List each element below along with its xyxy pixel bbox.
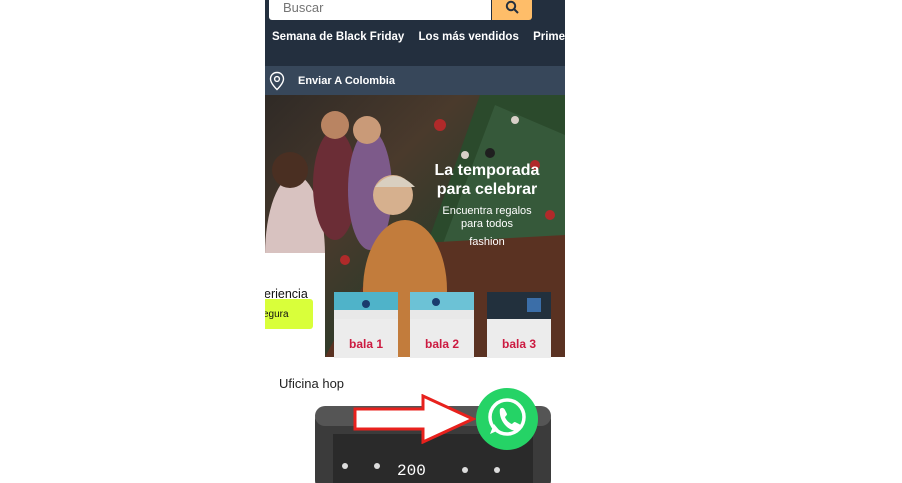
hero-text-block: La temporada para celebrar Encuentra reg… xyxy=(425,161,549,248)
whatsapp-icon[interactable] xyxy=(475,387,539,451)
nav-bar: Semana de Black Friday Los más vendidos … xyxy=(272,31,565,43)
card-thumbnail xyxy=(410,292,474,319)
hero-subtitle-line2: para todos xyxy=(461,218,513,230)
card-thumbnail xyxy=(334,292,398,319)
search-icon xyxy=(505,0,519,14)
red-arrow xyxy=(353,394,477,444)
deliver-label: Enviar A Colombia xyxy=(298,74,395,87)
hero-subtitle: Encuentra regalos para todos xyxy=(425,205,549,231)
product-card[interactable]: bala 2 xyxy=(410,292,474,358)
hero-title: La temporada para celebrar xyxy=(425,161,549,199)
product-card[interactable]: bala 1 xyxy=(334,292,398,358)
location-pin-icon xyxy=(269,71,285,90)
search-input[interactable] xyxy=(269,0,483,19)
search-button[interactable] xyxy=(492,0,532,20)
product-card[interactable]: bala 3 xyxy=(487,292,551,358)
hero-title-line2: para celebrar xyxy=(436,181,538,198)
deliver-to-bar[interactable]: Enviar A Colombia xyxy=(265,66,565,95)
hero-title-line1: La temporada xyxy=(434,162,540,179)
search-box[interactable] xyxy=(269,0,491,20)
hero-subtitle-line1: Encuentra regalos xyxy=(442,205,532,217)
card-label: bala 3 xyxy=(501,337,537,351)
nav-best-sellers[interactable]: Los más vendidos xyxy=(419,31,519,43)
card-label: bala 1 xyxy=(348,337,384,351)
card-thumbnail xyxy=(487,292,551,319)
nav-prime[interactable]: Prime xyxy=(533,31,565,43)
fashion-logo: fashion xyxy=(469,236,505,248)
nav-black-friday[interactable]: Semana de Black Friday xyxy=(272,31,404,43)
fryer-display: 200 xyxy=(397,462,426,480)
cookie-accept-button[interactable]: egura xyxy=(265,299,313,329)
section-title: Uficina hop xyxy=(279,376,345,391)
top-header: Semana de Black Friday Los más vendidos … xyxy=(265,0,565,66)
card-label: bala 2 xyxy=(424,337,460,351)
